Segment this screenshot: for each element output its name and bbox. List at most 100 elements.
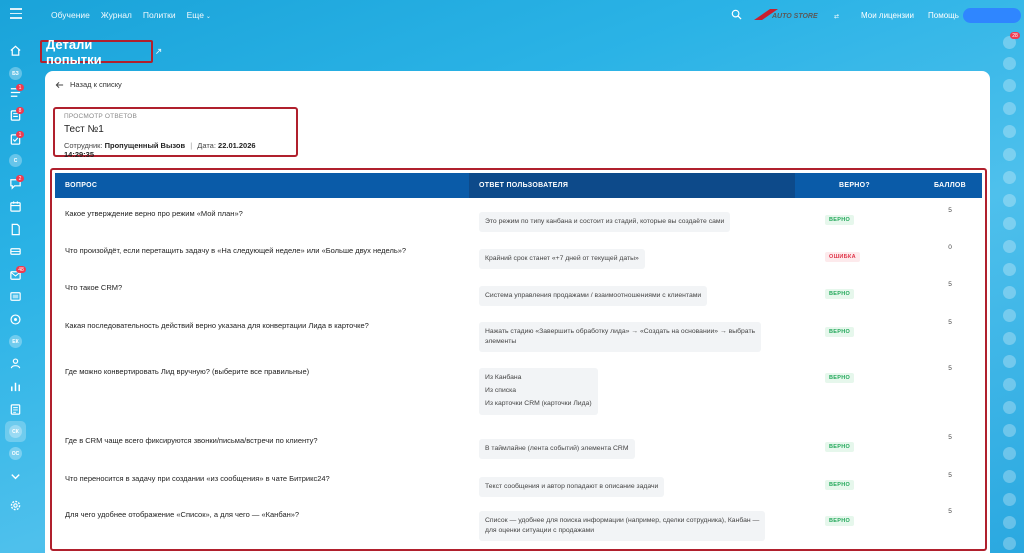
column-header-answer: ОТВЕТ ПОЛЬЗОВАТЕЛЯ [469,173,795,198]
back-link-label: Назад к списку [70,80,122,89]
contact-avatar[interactable] [1003,286,1016,299]
attempt-info: Просмотр ответов Тест №1 Сотрудник: Проп… [53,107,298,159]
user-button[interactable] [963,8,1021,23]
column-header-score: БАЛЛОВ [933,182,967,189]
contact-avatar[interactable] [1003,493,1016,506]
correct-cell: ВЕРНО [795,425,914,463]
calendar-icon[interactable] [9,200,22,213]
answer-cell: В таймлайне (лента событий) элемента CRM [469,425,795,463]
question-text: Где в CRM чаще всего фиксируются звонки/… [65,436,318,445]
answer-line: Текст сообщения и автор попадают в описа… [485,483,659,490]
media-icon[interactable] [9,290,22,303]
tasks-badge: 1 [16,84,24,91]
nav-item-training[interactable]: Обучение [51,10,90,20]
sidebar-os-icon[interactable]: ОС [9,447,22,460]
nav-item-journal[interactable]: Журнал [101,10,132,20]
contact-avatar[interactable] [1003,516,1016,529]
score-value: 5 [948,319,952,326]
nav-item-more[interactable]: Еще ⌄ [187,10,211,20]
link-icon[interactable] [155,48,162,55]
chevron-down-icon: ⌄ [205,14,211,20]
answer-line: для оценки ситуации с продажами [485,526,595,534]
menu-icon[interactable] [10,8,22,19]
sidebar-c-icon[interactable]: С [9,154,22,167]
checklist-badge: 1 [16,131,24,138]
table-row: Какая последовательность действий верно … [55,310,982,356]
answers-table: ВОПРОС ОТВЕТ ПОЛЬЗОВАТЕЛЯ ВЕРНО? БАЛЛОВ … [50,168,987,551]
nav-item-policies[interactable]: Политки [143,10,176,20]
question-text: Какое утверждение верно про режим «Мой п… [65,209,243,218]
status-badge: ВЕРНО [825,442,855,452]
contact-avatar[interactable] [1003,171,1016,184]
company-logo: AUTO STORE ⇄ [754,9,839,20]
timer-icon[interactable] [1003,79,1016,92]
attempt-details-card: Назад к списку Просмотр ответов Тест №1 … [45,71,990,553]
score-value: 5 [948,472,952,479]
report-icon[interactable] [9,403,22,416]
answer-cell: Из Канбана Из списка Из карточки CRM (карт… [469,356,795,425]
help-link[interactable]: Помощь [928,11,959,20]
answer-cell: Текст сообщения и автор попадают в описа… [469,463,795,499]
answer-line: Список — удобнее для поиска информации (… [485,517,760,524]
sidebar-sk-icon[interactable]: СК [9,425,22,438]
status-badge: ВЕРНО [825,516,855,526]
contact-avatar[interactable] [1003,217,1016,230]
table-row: Для чего удобнее отображение «Список», а… [55,499,982,541]
answer-line: Крайний срок станет «+7 дней от текущей … [485,255,639,262]
back-to-list-link[interactable]: Назад к списку [55,80,122,89]
sidebar-knowledge-icon[interactable]: БЗ [9,67,22,80]
search-icon[interactable] [731,9,742,20]
logo-text: AUTO STORE [771,13,818,20]
contact-avatar[interactable] [1003,537,1016,550]
contact-avatar[interactable] [1003,102,1016,115]
nav-more-label: Еще [186,10,204,20]
status-badge: ВЕРНО [825,289,855,299]
score-value: 5 [948,508,952,515]
contact-avatar[interactable] [1003,401,1016,414]
answer-line: Нажать стадию «Завершить обработку лида»… [485,328,756,335]
contact-avatar[interactable] [1003,309,1016,322]
contact-avatar[interactable] [1003,424,1016,437]
status-badge: ВЕРНО [825,215,855,225]
status-badge: ВЕРНО [825,480,855,490]
licenses-link[interactable]: Мои лицензии [861,11,914,20]
status-badge: ВЕРНО [825,373,855,383]
widget-icon[interactable] [1003,57,1016,70]
top-links: Мои лицензии Помощь [861,0,959,30]
target-icon[interactable] [9,313,22,326]
users-icon[interactable] [9,357,22,370]
contact-avatar[interactable] [1003,148,1016,161]
answer-option: Из списка [485,386,517,394]
answer-line: В таймлайне (лента событий) элемента CRM [485,445,629,452]
question-text: Что такое CRM? [65,283,123,292]
feed-badge: 8 [16,107,24,114]
correct-cell: ВЕРНО [795,499,914,541]
test-name: Тест №1 [64,124,104,135]
table-row: Где в CRM чаще всего фиксируются звонки/… [55,425,982,463]
user-answer: Это режим по типу канбана и состоит из с… [479,212,731,232]
attempt-meta: Сотрудник: Пропущенный Вызов | Дата: 22.… [64,141,287,159]
chevron-down-icon[interactable] [9,470,22,483]
contact-avatar[interactable] [1003,240,1016,253]
drive-icon[interactable] [9,245,22,258]
contact-avatar[interactable] [1003,447,1016,460]
gear-icon[interactable] [9,499,22,512]
column-header-correct: ВЕРНО? [839,182,870,189]
home-icon[interactable] [9,44,22,57]
contact-avatar[interactable] [1003,194,1016,207]
contact-avatar[interactable] [1003,125,1016,138]
contact-avatar[interactable] [1003,470,1016,483]
table-row: Где можно конвертировать Лид вручную? (в… [55,356,982,425]
sidebar-ek-icon[interactable]: ЕК [9,335,22,348]
user-answer: Крайний срок станет «+7 дней от текущей … [479,249,645,269]
question-text: Что переносится в задачу при создании «и… [65,474,330,483]
user-answer: Текст сообщения и автор попадают в описа… [479,477,665,497]
svg-text:⇄: ⇄ [834,13,839,20]
contact-avatar[interactable] [1003,355,1016,368]
contact-avatar[interactable] [1003,378,1016,391]
contact-avatar[interactable] [1003,332,1016,345]
document-icon[interactable] [9,223,22,236]
analytics-icon[interactable] [9,380,22,393]
contact-avatar[interactable] [1003,263,1016,276]
mail-badge: 48 [16,266,26,273]
